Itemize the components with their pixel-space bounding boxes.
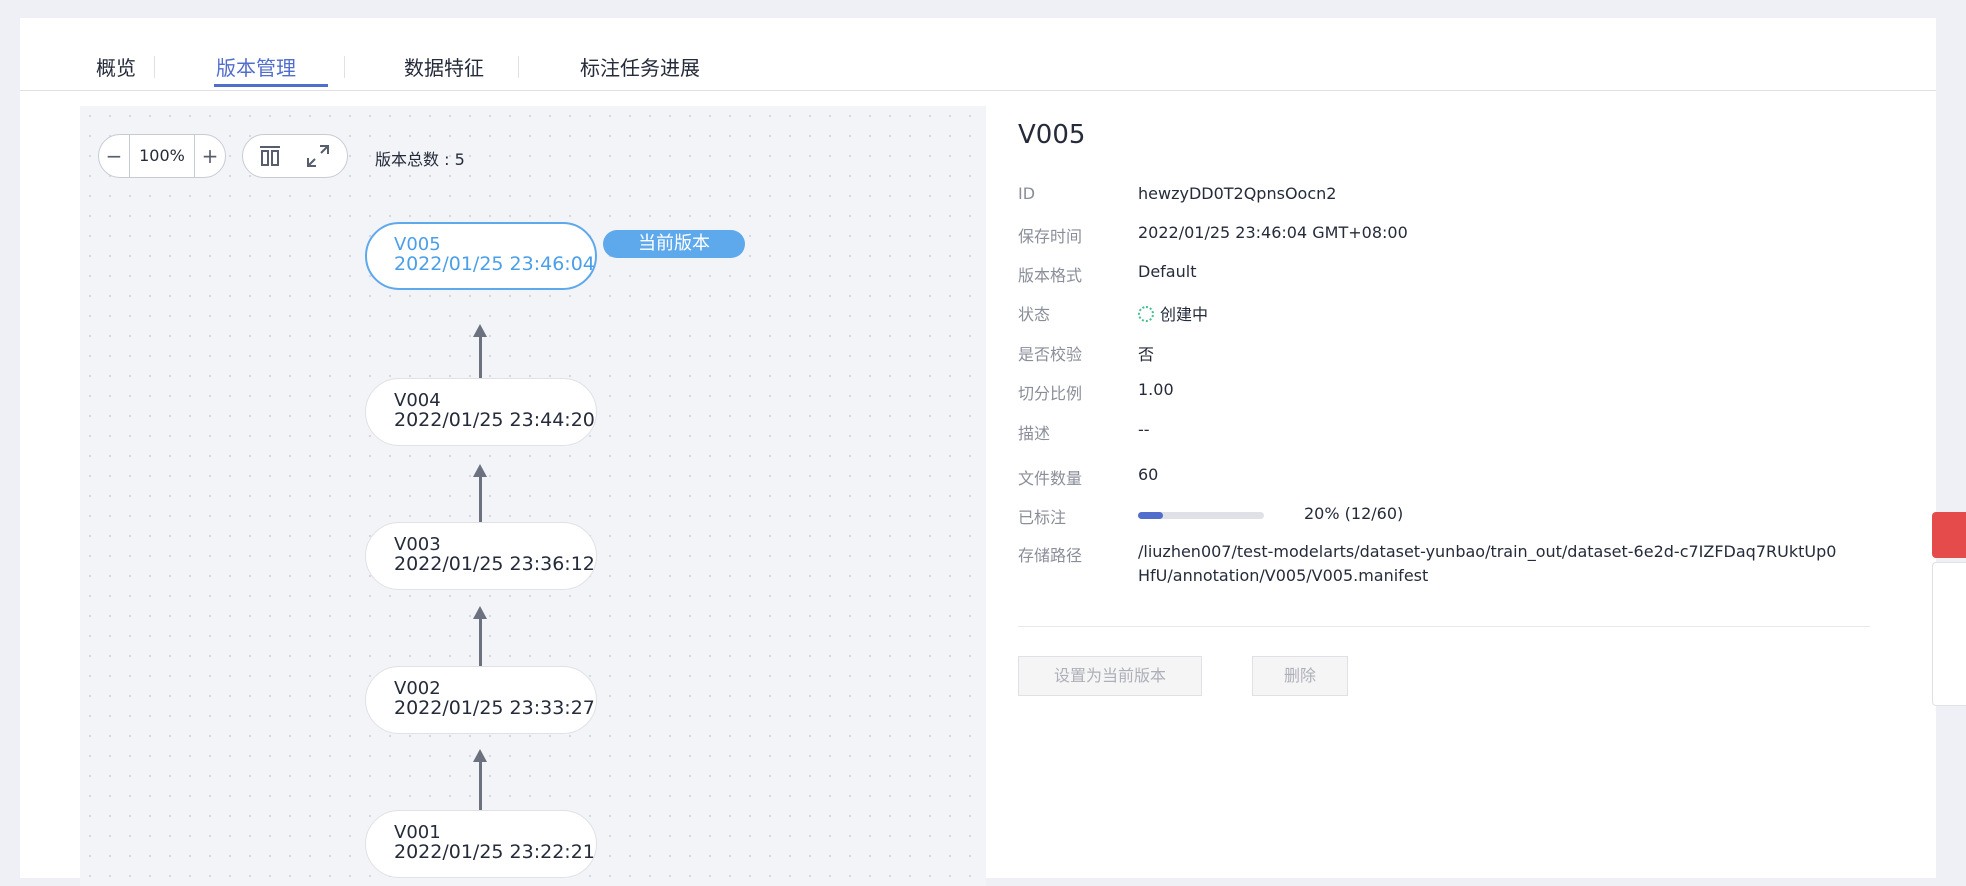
- tab-divider: [154, 56, 155, 78]
- zoom-out-button[interactable]: −: [99, 135, 130, 177]
- file-count-label: 文件数量: [1018, 469, 1083, 488]
- labeled-progress-fill: [1138, 512, 1164, 519]
- status-value: 创建中: [1160, 305, 1209, 324]
- view-tools: [242, 134, 348, 178]
- zoom-control: − 100% +: [98, 134, 226, 178]
- version-time: 2022/01/25 23:36:12: [394, 553, 595, 575]
- split-ratio-label: 切分比例: [1018, 384, 1083, 403]
- version-name: V003: [394, 534, 441, 555]
- version-time: 2022/01/25 23:22:21: [394, 841, 595, 863]
- save-time-label: 保存时间: [1018, 227, 1083, 246]
- description-value: --: [1138, 420, 1150, 439]
- version-name: V001: [394, 822, 441, 843]
- version-time: 2022/01/25 23:46:04: [394, 253, 595, 275]
- set-current-version-button[interactable]: 设置为当前版本: [1018, 656, 1202, 696]
- version-name: V004: [394, 390, 441, 411]
- tab-divider: [344, 56, 345, 78]
- version-name: V002: [394, 678, 441, 699]
- verified-value: 否: [1138, 345, 1155, 364]
- storage-path-label: 存储路径: [1018, 546, 1083, 565]
- status-label: 状态: [1018, 305, 1051, 324]
- tab-labeling-progress[interactable]: 标注任务进展: [580, 52, 700, 81]
- description-label: 描述: [1018, 424, 1051, 443]
- edge-floating-panel[interactable]: [1932, 562, 1966, 706]
- tab-divider: [518, 56, 519, 78]
- status-value-wrap: 创建中: [1138, 301, 1208, 325]
- storage-path-value: /liuzhen007/test-modelarts/dataset-yunba…: [1138, 542, 1837, 585]
- format-label: 版本格式: [1018, 266, 1083, 285]
- version-graph-canvas[interactable]: − 100% + 版本总数 : 5 V005 2022/01/25 23:46:…: [80, 106, 986, 886]
- save-time-value: 2022/01/25 23:46:04 GMT+08:00: [1138, 223, 1408, 242]
- labeled-label: 已标注: [1018, 508, 1067, 527]
- detail-title: V005: [1018, 120, 1086, 150]
- tab-version-management[interactable]: 版本管理: [216, 52, 296, 81]
- tab-data-features[interactable]: 数据特征: [404, 52, 484, 81]
- zoom-level: 100%: [139, 146, 185, 165]
- labeled-progress-bar: [1138, 512, 1264, 519]
- loading-spinner-icon: [1138, 306, 1154, 322]
- main-panel: 概览 版本管理 数据特征 标注任务进展 − 100% + 版本总数: 5 V0…: [20, 18, 1936, 886]
- format-value: Default: [1138, 262, 1197, 281]
- current-version-badge: 当前版本: [603, 230, 745, 258]
- arrow-line: [479, 476, 482, 522]
- id-label: ID: [1018, 184, 1036, 203]
- split-ratio-value: 1.00: [1138, 380, 1174, 399]
- zoom-in-button[interactable]: +: [194, 135, 225, 177]
- tab-bar: 概览 版本管理 数据特征 标注任务进展: [20, 18, 1936, 91]
- version-node-v002[interactable]: V002 2022/01/25 23:33:27: [365, 666, 597, 734]
- fullscreen-icon[interactable]: [305, 143, 331, 169]
- fit-layout-icon[interactable]: [257, 143, 283, 169]
- edge-floating-widget[interactable]: [1932, 512, 1966, 558]
- labeled-value: 20% (12/60): [1304, 504, 1404, 523]
- active-tab-indicator: [214, 84, 328, 87]
- version-name: V005: [394, 234, 441, 255]
- arrow-line: [479, 761, 482, 810]
- version-time: 2022/01/25 23:33:27: [394, 697, 595, 719]
- arrow-line: [479, 336, 482, 378]
- version-node-v004[interactable]: V004 2022/01/25 23:44:20: [365, 378, 597, 446]
- version-node-v001[interactable]: V001 2022/01/25 23:22:21: [365, 810, 597, 878]
- detail-divider: [1018, 626, 1870, 627]
- version-time: 2022/01/25 23:44:20: [394, 409, 595, 431]
- version-node-v003[interactable]: V003 2022/01/25 23:36:12: [365, 522, 597, 590]
- arrow-line: [479, 618, 482, 666]
- tab-overview[interactable]: 概览: [96, 52, 136, 81]
- version-count: 版本总数 : 5: [375, 150, 465, 169]
- version-node-v005[interactable]: V005 2022/01/25 23:46:04: [365, 222, 597, 290]
- verified-label: 是否校验: [1018, 345, 1083, 364]
- file-count-value: 60: [1138, 465, 1159, 484]
- delete-button[interactable]: 删除: [1252, 656, 1348, 696]
- id-value: hewzyDD0T2QpnsOocn2: [1138, 184, 1337, 203]
